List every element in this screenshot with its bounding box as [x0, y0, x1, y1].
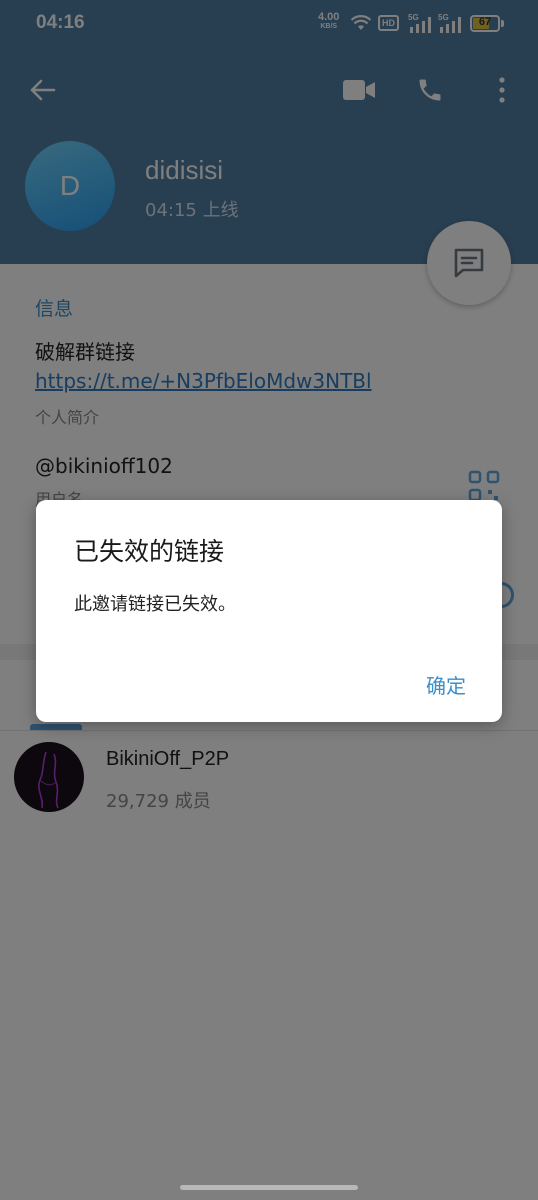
- dialog-message: 此邀请链接已失效。: [74, 594, 236, 615]
- home-indicator[interactable]: [180, 1185, 358, 1190]
- expired-link-dialog: 已失效的链接 此邀请链接已失效。 确定: [36, 500, 502, 722]
- ok-button[interactable]: 确定: [426, 670, 466, 699]
- dialog-title: 已失效的链接: [74, 537, 225, 566]
